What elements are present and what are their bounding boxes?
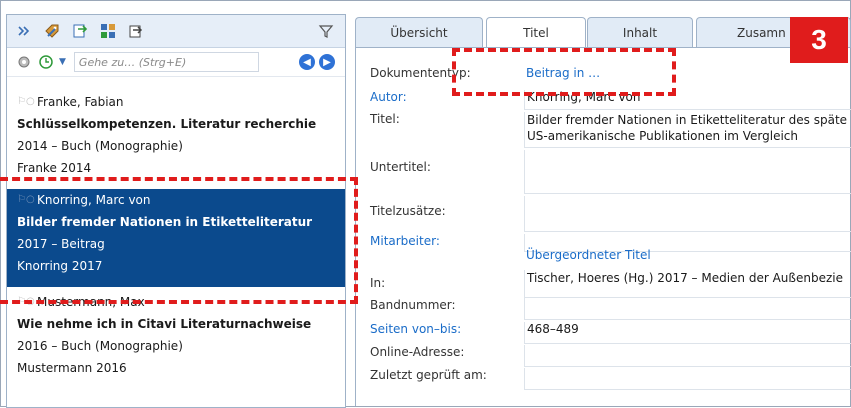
double-chevron-icon[interactable] [15, 22, 33, 40]
tab-uebersicht[interactable]: Übersicht [355, 17, 483, 47]
flag-icon: ⚐○ [17, 296, 35, 307]
field-online-adresse: Online-Adresse: [356, 345, 851, 367]
field-bandnummer: Bandnummer: [356, 298, 851, 320]
volume-field[interactable] [524, 298, 851, 320]
list-toolbar [7, 15, 345, 48]
author-field[interactable]: Knorring, Marc von [524, 90, 851, 110]
field-label: Online-Adresse: [370, 345, 465, 359]
ref-author: Mustermann, Max [37, 295, 145, 309]
ref-meta: 2016 – Buch (Monographie) [17, 339, 183, 353]
field-label: Titel: [370, 112, 400, 126]
field-autor: Autor: Knorring, Marc von [356, 90, 851, 110]
ref-short-title: Franke 2014 [17, 161, 92, 175]
field-label: Titelzusätze: [370, 204, 446, 218]
field-label: Bandnummer: [370, 298, 456, 312]
list-item[interactable]: ⚐○ Mustermann, Max Wie nehme ich in Citav… [7, 291, 345, 389]
chevron-down-icon[interactable]: ▼ [59, 57, 66, 67]
contributors-label-link[interactable]: Mitarbeiter: [370, 234, 440, 248]
history-clock-icon[interactable] [37, 53, 55, 71]
last-checked-field[interactable] [524, 368, 851, 390]
previous-button[interactable]: ◀ [299, 54, 315, 70]
flag-icon: ⚐○ [17, 194, 35, 205]
field-untertitel: Untertitel: [356, 150, 851, 194]
ref-title: Bilder fremder Nationen in Etiketteliter… [17, 215, 313, 229]
field-dokumententyp: Dokumententyp: Beitrag in … [356, 66, 851, 86]
field-label: In: [370, 276, 386, 290]
export-icon[interactable] [127, 22, 145, 40]
ref-author: Franke, Fabian [37, 95, 124, 109]
field-label: Dokumententyp: [370, 66, 471, 80]
online-address-field[interactable] [524, 345, 851, 367]
ref-title: Schlüsselkompetenzen. Literatur recherch… [17, 117, 317, 131]
pages-label-link[interactable]: Seiten von–bis: [370, 322, 461, 336]
ref-meta: 2017 – Beitrag [17, 237, 105, 251]
document-type-link[interactable]: Beitrag in … [524, 66, 851, 86]
reference-list-panel: ▼ ◀ ▶ ⚐○Franke, Fabian Schlüsselkompeten… [6, 14, 346, 408]
title-field[interactable]: Bilder fremder Nationen in Etiketteliter… [524, 112, 851, 148]
field-label: Zuletzt geprüft am: [370, 368, 487, 382]
tab-inhalt[interactable]: Inhalt [587, 17, 693, 47]
in-field[interactable]: Tischer, Hoeres (Hg.) 2017 – Medien der … [524, 270, 851, 298]
import-icon[interactable] [71, 22, 89, 40]
ref-author: Knorring, Marc von [37, 193, 151, 207]
field-titel: Titel: Bilder fremder Nationen in Etiket… [356, 112, 851, 148]
filter-icon[interactable] [317, 22, 335, 40]
flag-icon: ⚐○ [17, 96, 35, 107]
title-supplements-field[interactable] [524, 196, 851, 232]
list-item-selected[interactable]: ⚐○ Knorring, Marc von Bilder fremder Nati… [7, 189, 345, 287]
field-titelzusaetze: Titelzusätze: [356, 196, 851, 232]
subtitle-field[interactable] [524, 150, 851, 194]
ref-short-title: Mustermann 2016 [17, 361, 127, 375]
step-badge: 3 [790, 17, 848, 63]
field-in: In: Tischer, Hoeres (Hg.) 2017 – Medien … [356, 270, 851, 298]
field-uebergeordneter-titel: Übergeordneter Titel [356, 248, 851, 266]
pages-field[interactable]: 468–489 [524, 322, 851, 344]
title-form: Dokumententyp: Beitrag in … Autor: Knorr… [355, 48, 851, 406]
ref-short-title: Knorring 2017 [17, 259, 103, 273]
field-zuletzt-geprueft: Zuletzt geprüft am: [356, 368, 851, 390]
tab-titel[interactable]: Titel [486, 17, 586, 48]
list-item[interactable]: ⚐○ Franke, Fabian Schlüsselkompetenzen. L… [7, 91, 345, 189]
next-button[interactable]: ▶ [319, 54, 335, 70]
author-label-link[interactable]: Autor: [370, 90, 407, 104]
field-seiten: Seiten von–bis: 468–489 [356, 322, 851, 344]
field-label: Untertitel: [370, 160, 431, 174]
ref-title: Wie nehme ich in Citavi Literaturnachwei… [17, 317, 312, 331]
gear-icon[interactable] [15, 53, 33, 71]
search-row: ▼ ◀ ▶ [7, 48, 345, 77]
tab-strip: Übersicht Titel Inhalt Zusamn [355, 17, 851, 48]
grid-icon[interactable] [99, 22, 117, 40]
tag-pencil-icon[interactable] [43, 22, 61, 40]
search-input[interactable] [73, 52, 259, 72]
ref-meta: 2014 – Buch (Monographie) [17, 139, 183, 153]
parent-title-link[interactable]: Übergeordneter Titel [524, 248, 851, 266]
